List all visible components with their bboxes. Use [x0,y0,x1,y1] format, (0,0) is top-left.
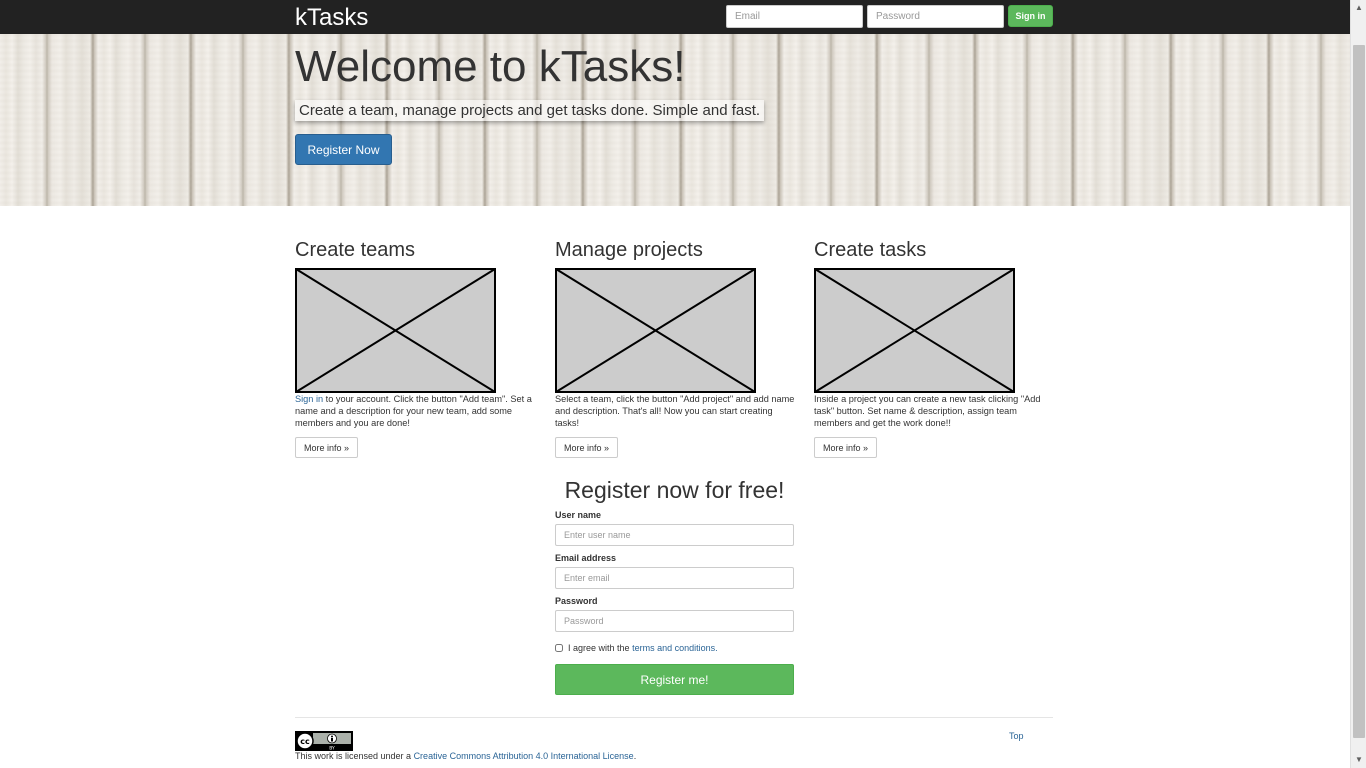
image-placeholder-icon [295,268,496,393]
feature-description: Sign in to your account. Click the butto… [295,393,535,429]
image-placeholder-icon [555,268,756,393]
license-link[interactable]: Creative Commons Attribution 4.0 Interna… [414,751,634,761]
navbar-email-input[interactable] [726,5,863,28]
password-label: Password [555,596,598,606]
license-text: This work is licensed under a Creative C… [295,751,636,761]
username-label: User name [555,510,602,520]
brand-logo[interactable]: kTasks [295,4,368,32]
terms-link[interactable]: terms and conditions. [632,643,718,653]
feature-title: Manage projects [555,239,703,261]
scroll-down-arrow-icon[interactable]: ▼ [1351,752,1366,768]
feature-manage-projects: Manage projects Select a team, click the… [555,238,795,458]
terms-agree-row: I agree with the terms and conditions. [555,642,794,654]
agree-text: I agree with the [568,643,630,653]
email-label: Email address [555,553,617,563]
navbar-signin-button[interactable]: Sign in [1008,5,1053,27]
feature-description: Select a team, click the button "Add pro… [555,394,795,428]
register-title: Register now for free! [564,477,785,503]
footer-divider [295,717,1053,718]
cc-by-badge-icon[interactable]: cc BY [295,731,353,751]
page-scrollbar[interactable]: ▲ ▼ [1350,0,1366,768]
password-input[interactable] [555,610,794,632]
image-placeholder-icon [814,268,1015,393]
terms-checkbox[interactable] [555,644,563,652]
license-prefix: This work is licensed under a [295,751,414,761]
register-submit-button[interactable]: Register me! [555,664,794,695]
signin-link[interactable]: Sign in [295,394,323,404]
feature-title: Create tasks [814,239,927,261]
hero-title: Welcome to kTasks! [295,42,686,91]
username-input[interactable] [555,524,794,546]
top-navbar: kTasks Sign in [0,0,1350,34]
hero-subtitle: Create a team, manage projects and get t… [295,100,765,121]
license-suffix: . [633,751,637,761]
email-input[interactable] [555,567,794,589]
back-to-top-link[interactable]: Top [1009,731,1024,741]
scrollbar-thumb[interactable] [1353,45,1365,738]
scroll-up-arrow-icon[interactable]: ▲ [1351,0,1366,16]
navbar-password-input[interactable] [867,5,1004,28]
feature-text: to your account. Click the button "Add t… [295,394,532,428]
hero-banner: Welcome to kTasks! Create a team, manage… [0,34,1350,206]
more-info-button[interactable]: More info » [555,437,619,458]
svg-text:cc: cc [300,737,310,746]
more-info-button[interactable]: More info » [814,437,878,458]
feature-create-teams: Create teams Sign in to your account. Cl… [295,238,535,458]
feature-create-tasks: Create tasks Inside a project you can cr… [814,238,1054,458]
feature-description: Inside a project you can create a new ta… [814,394,1041,428]
register-now-button[interactable]: Register Now [295,134,392,165]
feature-title: Create teams [295,239,416,261]
more-info-button[interactable]: More info » [295,437,359,458]
register-form: Register now for free! User name Email a… [555,476,794,695]
